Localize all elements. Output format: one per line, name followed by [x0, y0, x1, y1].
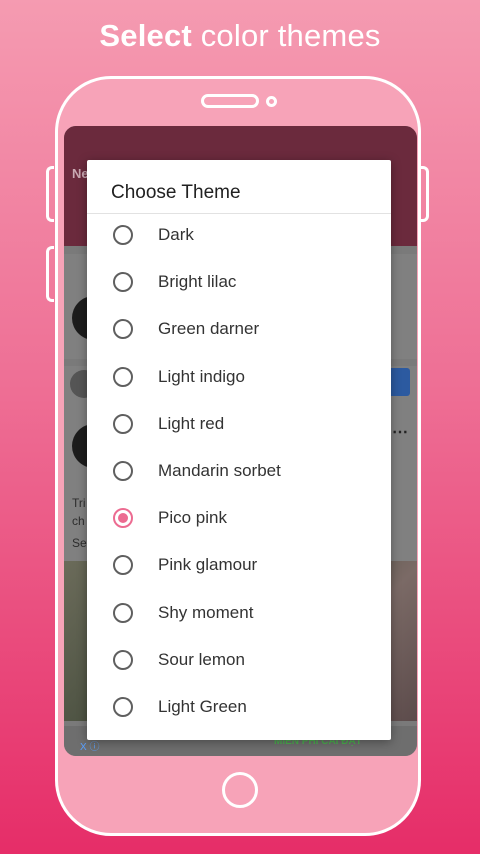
radio-unchecked-icon[interactable]	[113, 602, 133, 623]
theme-option-label: Bright lilac	[158, 272, 237, 292]
radio-unchecked-icon[interactable]	[113, 461, 133, 481]
theme-option[interactable]: Mandarin sorbet	[87, 448, 391, 495]
theme-option[interactable]: Bright lilac	[87, 259, 391, 306]
theme-option-label: Shy moment	[158, 602, 254, 622]
radio-unchecked-icon[interactable]	[113, 272, 133, 293]
theme-option[interactable]: Green darner	[87, 306, 391, 353]
headline: Select color themes	[0, 18, 480, 54]
theme-option-label: Light Green	[158, 697, 247, 716]
theme-option[interactable]: Light Green	[87, 684, 391, 731]
post-text: ch	[72, 514, 85, 528]
radio-unchecked-icon[interactable]	[113, 555, 133, 576]
theme-option[interactable]: Sour lemon	[87, 637, 391, 684]
theme-option[interactable]: Shy moment	[87, 590, 391, 637]
phone-side-button	[46, 166, 54, 222]
theme-option[interactable]: Light indigo	[87, 354, 391, 401]
theme-option[interactable]: Pico pink	[87, 495, 391, 542]
theme-option-label: Light red	[158, 413, 225, 433]
radio-unchecked-icon[interactable]	[113, 649, 133, 670]
theme-option-label: Dark	[158, 225, 194, 244]
headline-bold: Select	[99, 18, 192, 53]
theme-option[interactable]: Light red	[87, 401, 391, 448]
headline-rest: color themes	[191, 18, 381, 53]
radio-unchecked-icon[interactable]	[113, 697, 133, 717]
phone-side-button	[46, 246, 54, 302]
theme-option-label: Green darner	[158, 319, 260, 339]
more-icon: ⋯	[392, 424, 408, 441]
phone-side-button	[421, 166, 429, 222]
theme-option-label: Pico pink	[158, 508, 227, 528]
ad-close-icon: X ⓘ	[80, 742, 100, 753]
post-text: Se	[72, 536, 87, 550]
phone-speaker	[201, 94, 259, 108]
theme-option[interactable]: Pink glamour	[87, 542, 391, 589]
theme-option-label: Pink glamour	[158, 555, 258, 575]
radio-unchecked-icon[interactable]	[113, 319, 133, 340]
phone-camera	[266, 96, 277, 107]
theme-option-label: Sour lemon	[158, 649, 245, 669]
phone-home-button	[222, 772, 258, 808]
theme-option-label: Mandarin sorbet	[158, 461, 281, 480]
radio-checked-icon[interactable]	[113, 508, 133, 529]
radio-unchecked-icon[interactable]	[113, 225, 133, 245]
choose-theme-dialog: Choose Theme Dark Bright lilac Green darne…	[87, 160, 391, 740]
radio-unchecked-icon[interactable]	[113, 366, 133, 387]
theme-option[interactable]: Dark	[87, 212, 391, 259]
theme-option-label: Light indigo	[158, 366, 245, 386]
radio-unchecked-icon[interactable]	[113, 413, 133, 434]
post-text: Tri	[72, 496, 86, 510]
dialog-title: Choose Theme	[111, 182, 241, 203]
